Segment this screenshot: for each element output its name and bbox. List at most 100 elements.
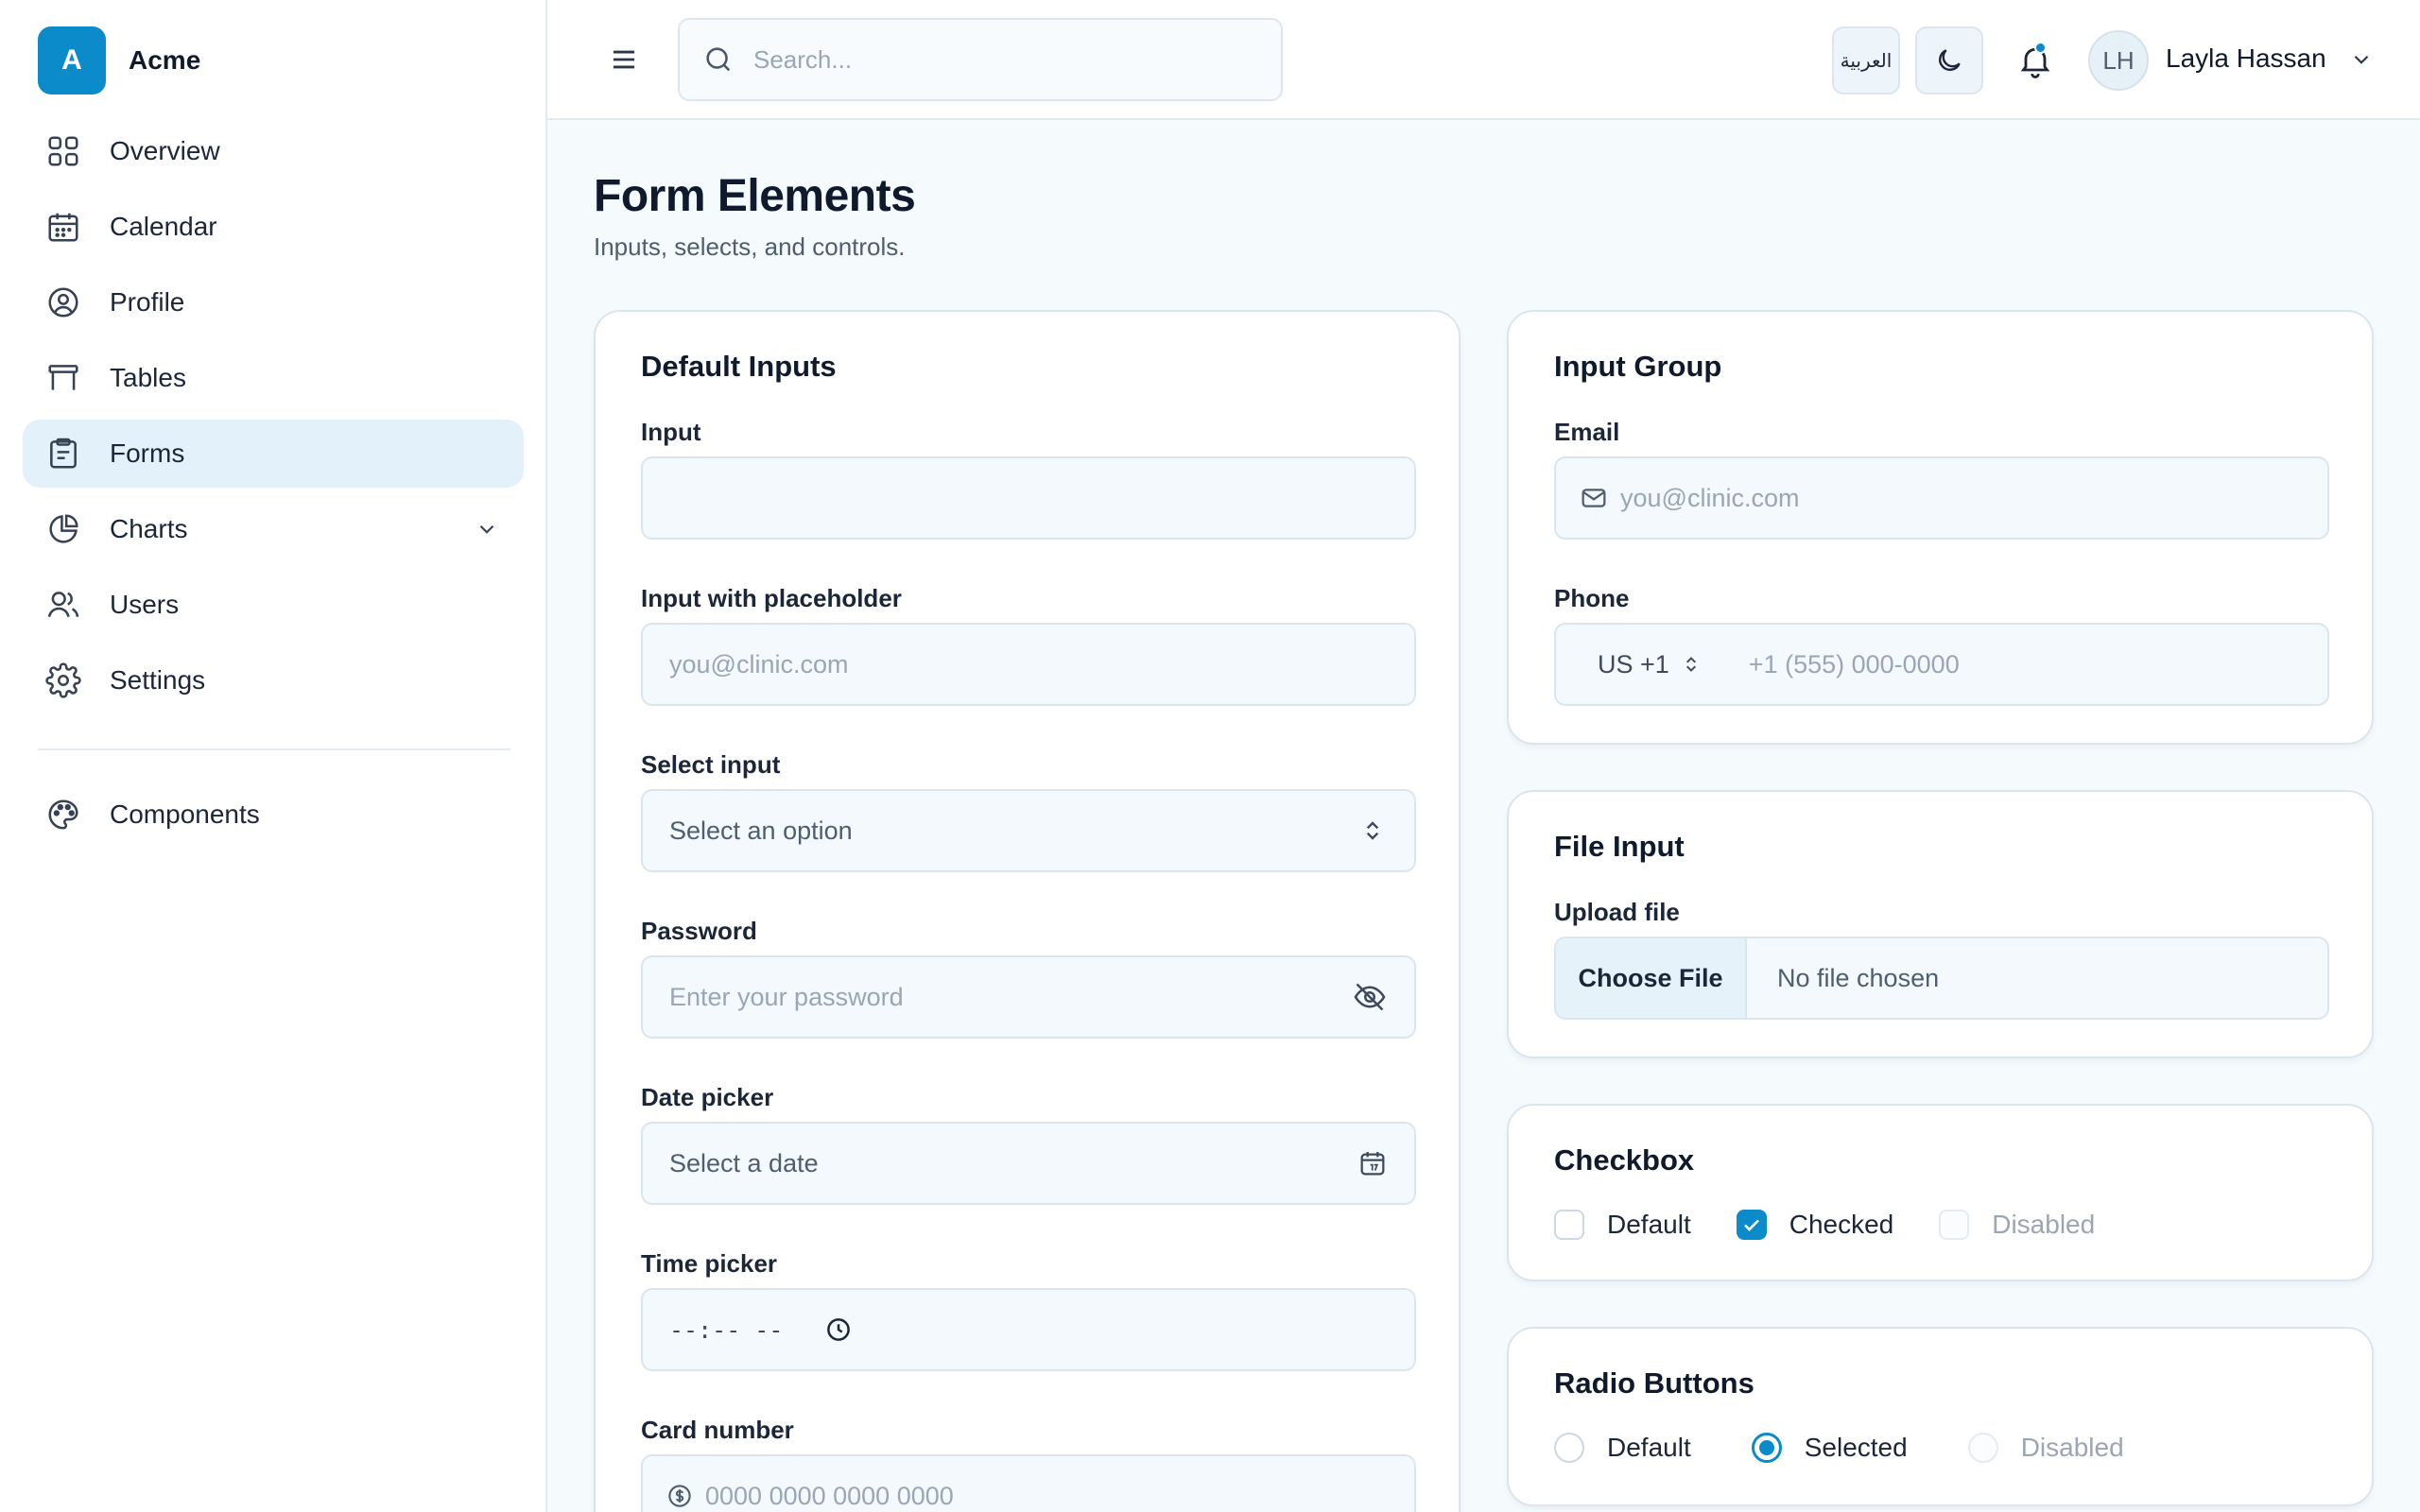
users-icon [45,587,81,623]
user-circle-icon [45,284,81,320]
file-status: No file chosen [1777,963,1940,992]
sidebar-item-label: Calendar [110,212,217,241]
notification-dot [2034,42,2047,54]
choose-file-button[interactable]: Choose File [1556,938,1747,1018]
sidebar-item-label: Tables [110,363,186,392]
phone-field[interactable]: US +1 +1 (555) 000-0000 [1554,623,2329,706]
avatar[interactable]: LH [2088,30,2149,91]
file-input-card: File Input Upload file Choose File No fi… [1507,790,2374,1058]
search-icon [702,43,735,76]
sidebar-item-settings[interactable]: Settings [23,646,524,714]
card-title: Input Group [1554,350,1722,383]
card-title: Checkbox [1554,1143,1695,1177]
upload-label: Upload file [1554,898,1680,926]
card-number-placeholder: 0000 0000 0000 0000 [705,1481,954,1510]
radio-button[interactable] [1751,1433,1782,1463]
date-label: Date picker [641,1083,774,1111]
sidebar-item-label: Users [110,590,180,619]
sidebar-item-users[interactable]: Users [23,571,524,639]
mail-icon [1579,483,1609,513]
radio-group: Default Selected Disabled [1554,1433,2124,1463]
password-field[interactable]: Enter your password [641,955,1416,1039]
dollar-icon [666,1482,694,1510]
date-picker[interactable]: Select a date [641,1122,1416,1205]
calendar-icon [45,209,81,245]
brand[interactable]: A Acme [38,26,200,94]
sidebar-item-label: Overview [110,136,220,165]
search-box[interactable] [678,18,1283,101]
radio-default[interactable]: Default [1554,1433,1691,1463]
chevron-updown-icon [1679,652,1703,677]
sidebar-item-calendar[interactable]: Calendar [23,193,524,261]
sidebar-item-components[interactable]: Components [23,781,524,849]
sidebar-nav: Overview Calendar Profile Tables Forms C… [23,117,524,722]
hamburger-menu-icon[interactable] [606,42,642,77]
sidebar-item-label: Profile [110,287,185,317]
checkbox [1939,1210,1970,1240]
top-header: العربية LH Layla Hassan [547,0,2420,120]
country-code: US +1 [1598,649,1669,679]
language-toggle-button[interactable]: العربية [1832,26,1900,94]
card-number-input[interactable]: 0000 0000 0000 0000 [641,1454,1416,1512]
radio-selected[interactable]: Selected [1751,1433,1908,1463]
grid-icon [45,133,81,169]
calendar-icon[interactable] [1357,1148,1388,1178]
time-value: --:-- -- [669,1315,784,1344]
country-code-select[interactable]: US +1 [1598,650,1703,679]
radio-label: Default [1607,1433,1691,1462]
radio-label: Disabled [2020,1433,2124,1462]
sidebar-item-charts[interactable]: Charts [23,495,524,563]
radio-button [1967,1433,1998,1463]
chevron-down-icon[interactable] [2349,47,2374,72]
clock-icon[interactable] [824,1315,853,1344]
eye-off-icon[interactable] [1352,979,1388,1015]
pie-chart-icon [45,511,81,547]
radio-label: Selected [1804,1433,1908,1462]
chevron-down-icon[interactable] [475,517,499,541]
text-input[interactable] [641,456,1416,540]
brand-logo: A [38,26,106,94]
sidebar-item-label: Components [110,799,260,829]
date-placeholder: Select a date [669,1148,819,1177]
file-input[interactable]: Choose File No file chosen [1554,936,2329,1020]
email-field[interactable]: you@clinic.com [1554,456,2329,540]
checkbox[interactable] [1554,1210,1584,1240]
page-subtitle: Inputs, selects, and controls. [594,232,906,261]
sidebar-item-overview[interactable]: Overview [23,117,524,185]
phone-placeholder: +1 (555) 000-0000 [1748,649,1960,679]
time-picker[interactable]: --:-- -- [641,1288,1416,1371]
select-input[interactable]: Select an option [641,789,1416,872]
brand-name: Acme [129,45,201,75]
user-name[interactable]: Layla Hassan [2166,43,2326,74]
sidebar-item-forms[interactable]: Forms [23,420,524,488]
radio-button[interactable] [1554,1433,1584,1463]
card-number-label: Card number [641,1416,794,1444]
card-title: Radio Buttons [1554,1366,1754,1400]
sidebar-item-label: Charts [110,514,188,543]
phone-label: Phone [1554,584,1630,612]
clipboard-icon [45,436,81,472]
radio-card: Radio Buttons Default Selected Disabled [1507,1327,2374,1506]
email-placeholder-input[interactable]: you@clinic.com [641,623,1416,706]
moon-icon [1934,45,1964,76]
sidebar-secondary-nav: Components [23,781,524,856]
sidebar-item-profile[interactable]: Profile [23,268,524,336]
search-input[interactable] [753,44,1245,75]
checkbox-checked[interactable]: Checked [1736,1210,1893,1240]
page-title: Form Elements [594,171,916,221]
input-placeholder: you@clinic.com [669,649,849,679]
sidebar-item-label: Forms [110,438,185,468]
sidebar-item-label: Settings [110,665,206,695]
radio-disabled: Disabled [1967,1433,2124,1463]
chevron-updown-icon [1357,816,1388,846]
select-label: Select input [641,750,781,779]
theme-toggle-button[interactable] [1915,26,1983,94]
input-placeholder-label: Input with placeholder [641,584,902,612]
sidebar-item-tables[interactable]: Tables [23,344,524,412]
time-label: Time picker [641,1249,778,1278]
checkbox[interactable] [1736,1210,1767,1240]
password-label: Password [641,917,757,945]
checkbox-default[interactable]: Default [1554,1210,1691,1240]
sidebar-divider [38,748,510,750]
checkbox-card: Checkbox Default Checked Disabled [1507,1104,2374,1281]
